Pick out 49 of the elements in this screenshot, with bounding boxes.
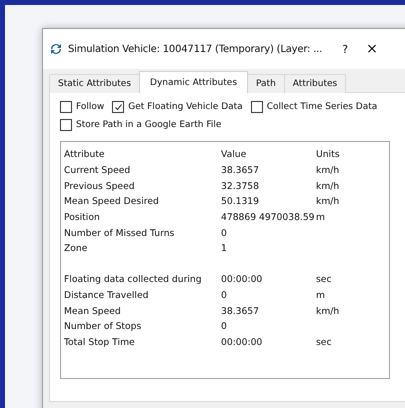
table-cell-text: 0 <box>221 290 228 302</box>
checkbox-label: Follow <box>76 102 104 112</box>
table-cell-text: Number of Missed Turns <box>64 228 176 239</box>
checkbox-label: Store Path in a Google Earth File <box>76 120 222 130</box>
tab[interactable]: Attributes <box>284 74 346 93</box>
table-cell-text: m <box>316 212 326 224</box>
table-cell-text: 0 <box>221 321 228 332</box>
table-cell-text: 1 <box>221 243 228 254</box>
checkbox-label: Collect Time Series Data <box>266 102 378 112</box>
checkbox-label: Get Floating Vehicle Data <box>128 102 243 112</box>
table-cell-text: 32.3758 <box>221 180 260 192</box>
table-cell-text: sec <box>316 336 332 348</box>
checkbox[interactable] <box>250 101 263 113</box>
table-cell-text: km/h <box>316 165 340 176</box>
help-button[interactable]: ? <box>338 42 352 56</box>
column-header: Attribute <box>64 149 106 160</box>
checkbox[interactable] <box>60 101 72 113</box>
table-cell-text: 00:00:00 <box>221 274 264 286</box>
table-cell-text: Number of Stops <box>64 321 142 332</box>
checkbox[interactable] <box>112 101 124 113</box>
table-cell-text: km/h <box>316 180 340 192</box>
table-cell-text: 00:00:00 <box>221 336 264 348</box>
tab[interactable]: Static Attributes <box>49 74 140 93</box>
table-cell-text: sec <box>316 274 332 286</box>
table-cell-text: Distance Travelled <box>64 290 150 302</box>
table-cell-text: km/h <box>316 196 340 208</box>
table-cell-text: 38.3657 <box>221 306 260 317</box>
table-cell-text: Zone <box>64 243 88 254</box>
table-cell-text: m <box>316 290 326 302</box>
column-header: Value <box>221 149 248 160</box>
table-cell-text: Position <box>64 212 101 224</box>
table-cell-text: 38.3657 <box>221 165 260 176</box>
window-title: Simulation Vehicle: 10047117 (Temporary) (Layer: ... <box>68 44 322 54</box>
column-header: Units <box>316 149 340 160</box>
checkbox[interactable] <box>60 119 72 131</box>
table-cell-text: 0 <box>221 228 228 239</box>
table-cell-text: Total Stop Time <box>64 336 136 348</box>
table-cell-text: 50.1319 <box>221 196 260 208</box>
table-cell-text: Floating data collected during <box>64 274 203 286</box>
table-cell-text: Mean Speed Desired <box>64 196 160 208</box>
app-logo-icon <box>49 42 63 56</box>
table-cell-text: km/h <box>316 306 340 317</box>
table-cell: 478869 4970038.59 <box>221 212 316 224</box>
table-cell-text: Mean Speed <box>64 306 122 317</box>
tab[interactable]: Path <box>247 74 285 93</box>
close-button[interactable]: × <box>366 41 378 57</box>
table-cell-text: Current Speed <box>64 165 132 176</box>
tab[interactable]: Dynamic Attributes <box>139 71 248 93</box>
table-cell-text: Previous Speed <box>64 180 136 192</box>
